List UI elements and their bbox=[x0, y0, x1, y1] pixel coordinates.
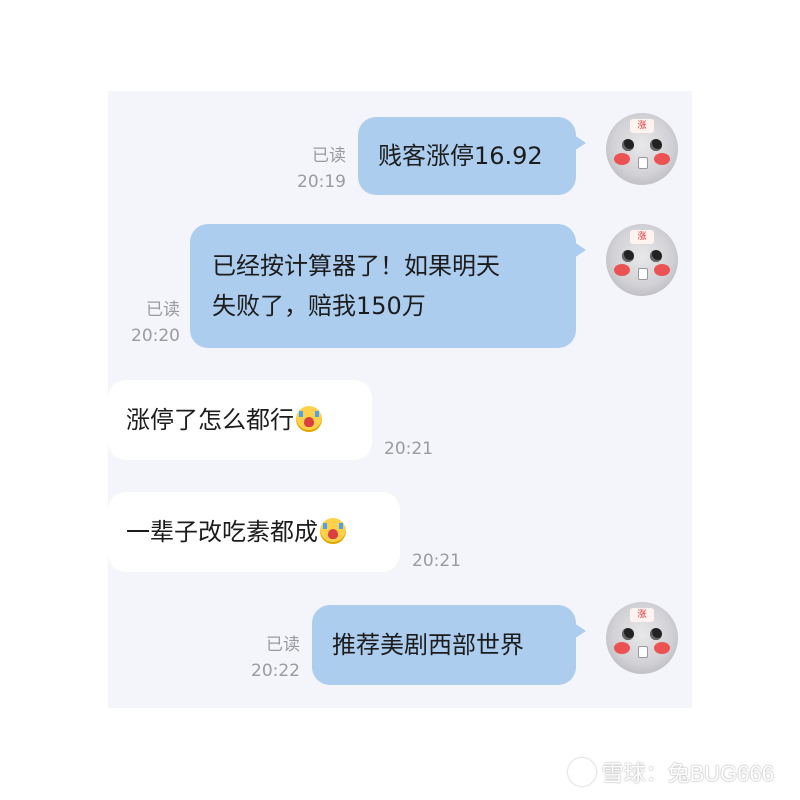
avatar-tag: 涨 bbox=[630, 119, 654, 133]
avatar[interactable]: 涨 bbox=[606, 224, 678, 296]
message-bubble-outgoing[interactable]: 贱客涨停16.92 bbox=[358, 117, 586, 195]
avatar-tag: 涨 bbox=[630, 608, 654, 622]
message-bubble-incoming[interactable]: 涨停了怎么都行 bbox=[108, 380, 372, 460]
message-time: 20:20 bbox=[131, 326, 180, 346]
message-meta: 已读 20:19 bbox=[288, 143, 346, 195]
message-bubble-outgoing[interactable]: 已经按计算器了！如果明天 失败了，赔我150万 bbox=[190, 224, 586, 348]
avatar[interactable]: 涨 bbox=[606, 113, 678, 185]
message-meta: 已读 20:22 bbox=[242, 632, 300, 684]
read-status: 已读 bbox=[266, 635, 300, 655]
message-bubble-outgoing[interactable]: 推荐美剧西部世界 bbox=[312, 605, 586, 685]
message-text-line: 失败了，赔我150万 bbox=[212, 292, 426, 320]
read-status: 已读 bbox=[146, 300, 180, 320]
message-bubble-incoming[interactable]: 一辈子改吃素都成 bbox=[108, 492, 400, 572]
message-time: 20:21 bbox=[384, 439, 433, 459]
message-time: 20:19 bbox=[297, 172, 346, 192]
message-time: 20:21 bbox=[412, 551, 461, 571]
watermark-text: 雪球：兔BUG666 bbox=[601, 761, 774, 786]
message-text: 贱客涨停16.92 bbox=[378, 142, 543, 170]
message-text: 一辈子改吃素都成 bbox=[126, 518, 318, 546]
crying-face-icon bbox=[296, 406, 322, 432]
snowball-logo-icon bbox=[567, 758, 596, 786]
crying-face-icon bbox=[320, 518, 346, 544]
read-status: 已读 bbox=[312, 146, 346, 166]
avatar[interactable]: 涨 bbox=[606, 602, 678, 674]
chat-area: 已读 20:19 贱客涨停16.92 涨 已读 20:20 已经按计算器了！如果… bbox=[108, 91, 692, 708]
avatar-tag: 涨 bbox=[630, 230, 654, 244]
message-meta: 已读 20:20 bbox=[122, 297, 180, 349]
message-text: 推荐美剧西部世界 bbox=[332, 631, 524, 659]
watermark: 雪球：兔BUG666 bbox=[567, 756, 774, 788]
message-text: 涨停了怎么都行 bbox=[126, 406, 294, 434]
message-time: 20:22 bbox=[251, 661, 300, 681]
message-text-line: 已经按计算器了！如果明天 bbox=[212, 252, 500, 280]
